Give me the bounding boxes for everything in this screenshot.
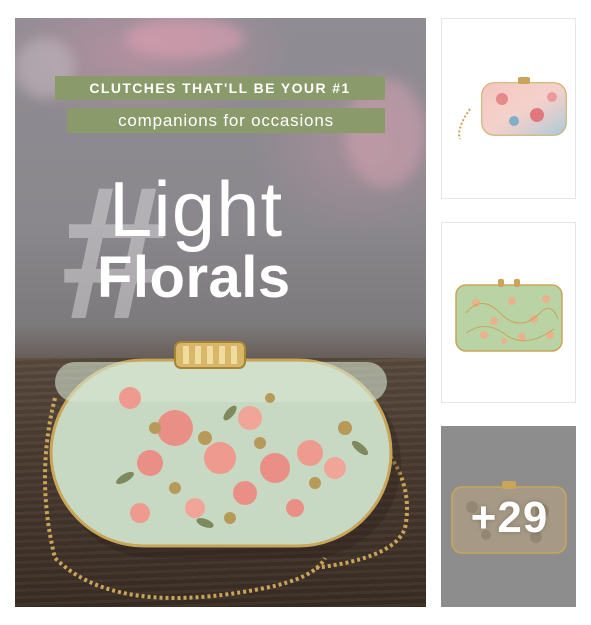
- subheadline-banner: companions for occasions: [67, 108, 385, 133]
- title-florals: Florals: [97, 245, 291, 310]
- pin-thumbnail[interactable]: [441, 18, 576, 199]
- pin-image-main[interactable]: CLUTCHES THAT'LL BE YOUR #1 companions f…: [15, 18, 426, 607]
- headline-banner: CLUTCHES THAT'LL BE YOUR #1: [55, 76, 385, 100]
- more-count-overlay: +29: [470, 492, 549, 542]
- background-blossom: [125, 18, 245, 58]
- more-pins-tile[interactable]: +29: [441, 426, 576, 607]
- clutch-thumbnail-image: [455, 279, 563, 352]
- title-light: Light: [109, 165, 284, 253]
- clutch-thumbnail-image: [458, 77, 567, 140]
- clutch-bag-image: [43, 341, 409, 600]
- pin-thumbnail[interactable]: [441, 222, 576, 403]
